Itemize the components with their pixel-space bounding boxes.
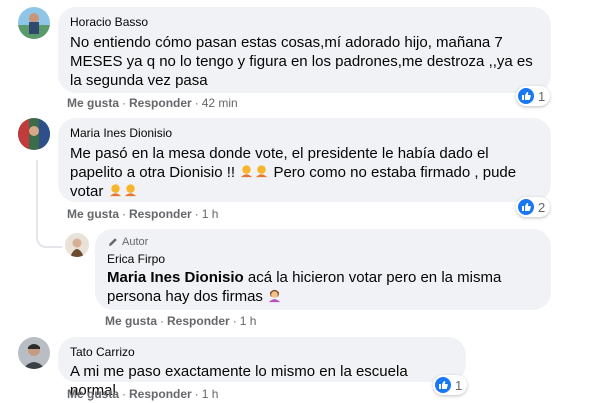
avatar-tato[interactable] [18, 337, 50, 369]
reaction-count: 1 [455, 377, 463, 393]
mention-link[interactable]: Maria Ines Dionisio [107, 269, 244, 286]
comment-bubble-horacio: Horacio Basso No entiendo cómo pasan est… [58, 7, 551, 93]
reaction-count: 1 [538, 88, 546, 104]
like-button[interactable]: Me gusta [67, 207, 119, 221]
shrug-emoji [124, 184, 136, 197]
avatar-horacio[interactable] [18, 7, 50, 39]
comment-author[interactable]: Horacio Basso [70, 14, 539, 30]
shrug-emoji [109, 184, 121, 197]
comment-text-line: votar [70, 183, 104, 200]
reaction-badge[interactable]: 2 [516, 197, 551, 217]
comment-text-line: papelito a otra Dionisio !! [70, 164, 236, 181]
pencil-icon [109, 238, 117, 246]
author-badge: Autor [107, 235, 539, 249]
comment-actions: Me gusta · Responder · 42 min [67, 96, 238, 110]
shrug-emoji [256, 165, 268, 178]
like-button[interactable]: Me gusta [105, 314, 157, 328]
avatar-erica[interactable] [65, 233, 89, 257]
like-button[interactable]: Me gusta [67, 96, 119, 110]
comment-author[interactable]: Maria Ines Dionisio [70, 125, 539, 141]
thumbs-up-icon [435, 377, 451, 393]
reaction-badge[interactable]: 1 [433, 375, 468, 395]
reply-button[interactable]: Responder [129, 387, 192, 401]
thumbs-up-icon [518, 199, 534, 215]
shrug-woman-emoji [268, 289, 281, 303]
avatar-maria[interactable] [18, 118, 50, 150]
comment-text-line: Me pasó en la mesa donde vote, el presid… [70, 145, 489, 162]
comment-actions: Me gusta · Responder · 1 h [67, 387, 219, 401]
comment-text-line: persona hay dos firmas [107, 288, 263, 305]
reply-button[interactable]: Responder [129, 207, 192, 221]
shrug-emoji [241, 165, 253, 178]
like-button[interactable]: Me gusta [67, 387, 119, 401]
comment-time[interactable]: 42 min [202, 96, 238, 110]
comment-text-line: acá la hicieron votar pero en la misma [243, 269, 502, 286]
comment-actions: Me gusta · Responder · 1 h [67, 207, 219, 221]
reaction-count: 2 [538, 199, 546, 215]
comment-text: Me pasó en la mesa donde vote, el presid… [70, 144, 539, 201]
author-badge-label: Autor [122, 236, 149, 248]
comment-text: Maria Ines Dionisio acá la hicieron vota… [107, 268, 539, 306]
comment-text: No entiendo cómo pasan estas cosas,mí ad… [70, 34, 533, 89]
reply-bubble-erica: Autor Erica Firpo Maria Ines Dionisio ac… [95, 229, 551, 310]
comment-time[interactable]: 1 h [240, 314, 257, 328]
comment-author[interactable]: Tato Carrizo [70, 344, 454, 360]
reply-button[interactable]: Responder [167, 314, 230, 328]
reaction-badge[interactable]: 1 [516, 86, 551, 106]
reply-actions: Me gusta · Responder · 1 h [105, 314, 257, 328]
thumbs-up-icon [518, 88, 534, 104]
reply-button[interactable]: Responder [129, 96, 192, 110]
comment-time[interactable]: 1 h [202, 207, 219, 221]
comment-bubble-maria: Maria Ines Dionisio Me pasó en la mesa d… [58, 118, 551, 202]
comment-text-line: Pero como no estaba firmado , pude [273, 164, 517, 181]
comment-author[interactable]: Erica Firpo [107, 251, 539, 267]
comment-time[interactable]: 1 h [202, 387, 219, 401]
comment-bubble-tato: Tato Carrizo A mi me paso exactamente lo… [58, 337, 466, 399]
